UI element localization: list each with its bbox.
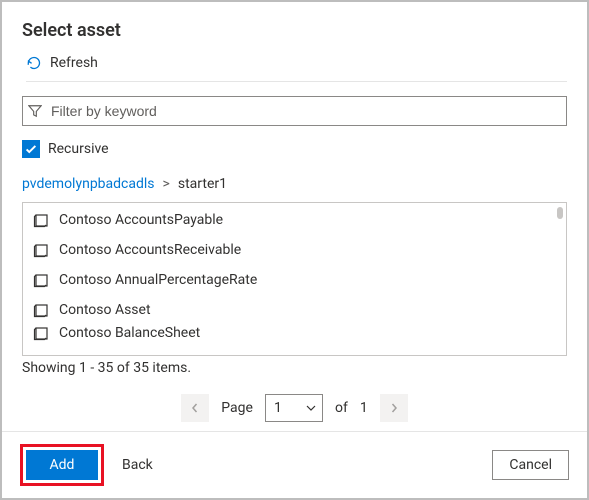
select-asset-dialog: Select asset Refresh — [0, 0, 589, 500]
refresh-button[interactable]: Refresh — [26, 55, 567, 82]
filter-field — [22, 96, 567, 126]
filter-input[interactable] — [22, 96, 567, 126]
breadcrumb: pvdemolynpbadcadls > starter1 — [22, 176, 567, 192]
list-item[interactable]: Contoso AccountsReceivable — [23, 235, 566, 265]
refresh-label: Refresh — [50, 55, 98, 71]
dialog-footer: Add Back Cancel — [2, 431, 587, 498]
list-item[interactable]: Contoso Asset — [23, 295, 566, 325]
scrollbar-thumb[interactable] — [557, 207, 563, 219]
prev-page-button[interactable] — [181, 394, 209, 422]
breadcrumb-separator: > — [163, 176, 170, 192]
dataset-icon — [33, 212, 49, 228]
list-item-label: Contoso Asset — [59, 302, 151, 318]
filter-icon — [28, 104, 42, 118]
chevron-left-icon — [190, 403, 200, 413]
of-label: of — [335, 400, 348, 416]
page-select[interactable]: 1 — [265, 394, 323, 422]
dataset-icon — [33, 272, 49, 288]
back-button[interactable]: Back — [122, 457, 153, 473]
total-pages: 1 — [360, 400, 368, 416]
chevron-down-icon — [306, 403, 316, 413]
dataset-icon — [33, 325, 49, 341]
dialog-body: Select asset Refresh — [2, 2, 587, 431]
list-item[interactable]: Contoso AccountsPayable — [23, 205, 566, 235]
list-item-label: Contoso AccountsReceivable — [59, 242, 241, 258]
refresh-icon — [26, 55, 42, 71]
recursive-checkbox[interactable] — [22, 140, 40, 158]
list-item-label: Contoso AccountsPayable — [59, 212, 223, 228]
list-item-label: Contoso BalanceSheet — [59, 325, 200, 341]
next-page-button[interactable] — [380, 394, 408, 422]
check-icon — [24, 142, 38, 156]
add-button[interactable]: Add — [26, 450, 98, 480]
dialog-title: Select asset — [22, 20, 567, 41]
cancel-button[interactable]: Cancel — [492, 450, 569, 480]
dataset-icon — [33, 302, 49, 318]
recursive-label: Recursive — [48, 141, 109, 157]
chevron-right-icon — [389, 403, 399, 413]
page-label: Page — [221, 400, 253, 416]
breadcrumb-root[interactable]: pvdemolynpbadcadls — [22, 176, 155, 192]
pagination: Page 1 of 1 — [22, 394, 567, 422]
list-item[interactable]: Contoso BalanceSheet — [23, 325, 566, 341]
add-button-highlight: Add — [20, 444, 104, 486]
status-text: Showing 1 - 35 of 35 items. — [22, 360, 567, 376]
list-item-label: Contoso AnnualPercentageRate — [59, 272, 257, 288]
dataset-icon — [33, 242, 49, 258]
breadcrumb-current: starter1 — [178, 176, 227, 192]
list-item[interactable]: Contoso AnnualPercentageRate — [23, 265, 566, 295]
asset-list[interactable]: Contoso AccountsPayable Contoso Accounts… — [22, 202, 567, 356]
recursive-option[interactable]: Recursive — [22, 140, 567, 158]
page-number: 1 — [274, 400, 282, 416]
